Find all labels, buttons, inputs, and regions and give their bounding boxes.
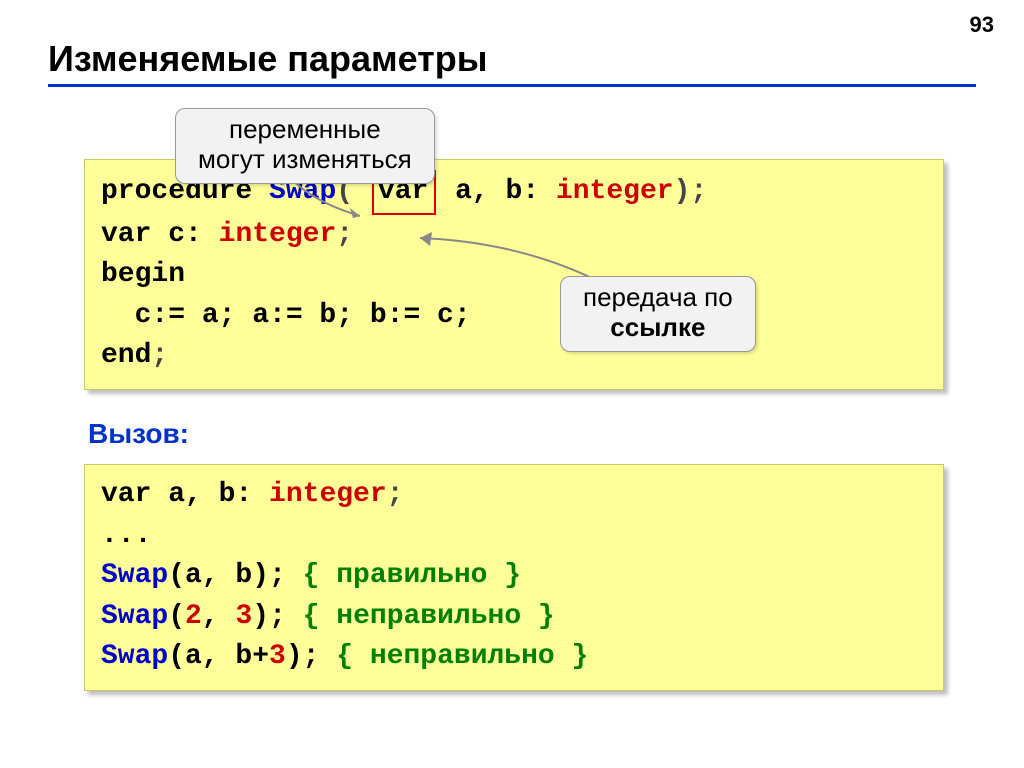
call-line-1: var a, b: integer; xyxy=(101,475,927,516)
rp5: ); xyxy=(286,641,336,672)
code-line-3: begin xyxy=(101,255,927,296)
semi-c1: ; xyxy=(387,479,404,510)
page-title: Изменяемые параметры xyxy=(48,38,976,80)
kw-var-decl: var xyxy=(101,479,151,510)
swap-call-3: Swap xyxy=(101,641,168,672)
page-number: 93 xyxy=(970,12,994,38)
rp4: ); xyxy=(252,601,302,632)
type-integer-2: integer xyxy=(219,219,337,250)
swap1-args: (a, b); xyxy=(168,560,302,591)
swap-call-1: Swap xyxy=(101,560,168,591)
type-integer-1: integer xyxy=(556,176,674,207)
call-line-3: Swap(a, b); { правильно } xyxy=(101,556,927,597)
kw-end: end xyxy=(101,340,151,371)
code-line-2: var c: integer; xyxy=(101,215,927,256)
callout-top-line2: могут изменяться xyxy=(198,145,412,175)
comment-wrong-1: { неправильно } xyxy=(303,601,555,632)
lp4: ( xyxy=(168,601,185,632)
code-line-4: c:= a; a:= b; b:= c; xyxy=(101,296,927,337)
type-integer-3: integer xyxy=(269,479,387,510)
kw-begin: begin xyxy=(101,259,185,290)
decl-ab: a, b: xyxy=(151,479,269,510)
callout-variables: переменные могут изменяться xyxy=(175,108,435,184)
semi-5: ; xyxy=(151,340,168,371)
callout-right-line2: ссылке xyxy=(583,313,733,343)
code-block-procedure: procedure Swap( var a, b: integer); var … xyxy=(84,159,944,390)
rparen-1: ); xyxy=(674,176,708,207)
lit-3b: 3 xyxy=(269,641,286,672)
comma4: , xyxy=(202,601,236,632)
kw-var-local: var xyxy=(101,219,151,250)
ellipsis: ... xyxy=(101,520,151,551)
callout-reference: передача по ссылке xyxy=(560,276,756,352)
lit-2: 2 xyxy=(185,601,202,632)
call-label: Вызов: xyxy=(88,418,976,450)
swap3-args: (a, b+ xyxy=(168,641,269,672)
callout-top-line1: переменные xyxy=(198,115,412,145)
call-line-5: Swap(a, b+3); { неправильно } xyxy=(101,637,927,678)
semi-2: ; xyxy=(336,219,353,250)
callout-right-line1: передача по xyxy=(583,283,733,313)
lit-3: 3 xyxy=(235,601,252,632)
code-block-call: var a, b: integer; ... Swap(a, b); { пра… xyxy=(84,464,944,691)
title-underline xyxy=(48,84,976,87)
code-line-5: end; xyxy=(101,336,927,377)
swap-call-2: Swap xyxy=(101,601,168,632)
call-line-2: ... xyxy=(101,516,927,557)
call-line-4: Swap(2, 3); { неправильно } xyxy=(101,597,927,638)
swap-body: c:= a; a:= b; b:= c; xyxy=(101,300,471,331)
comment-correct: { правильно } xyxy=(303,560,521,591)
comment-wrong-2: { неправильно } xyxy=(336,641,588,672)
params-ab: a, b: xyxy=(438,176,556,207)
local-c: c: xyxy=(151,219,218,250)
